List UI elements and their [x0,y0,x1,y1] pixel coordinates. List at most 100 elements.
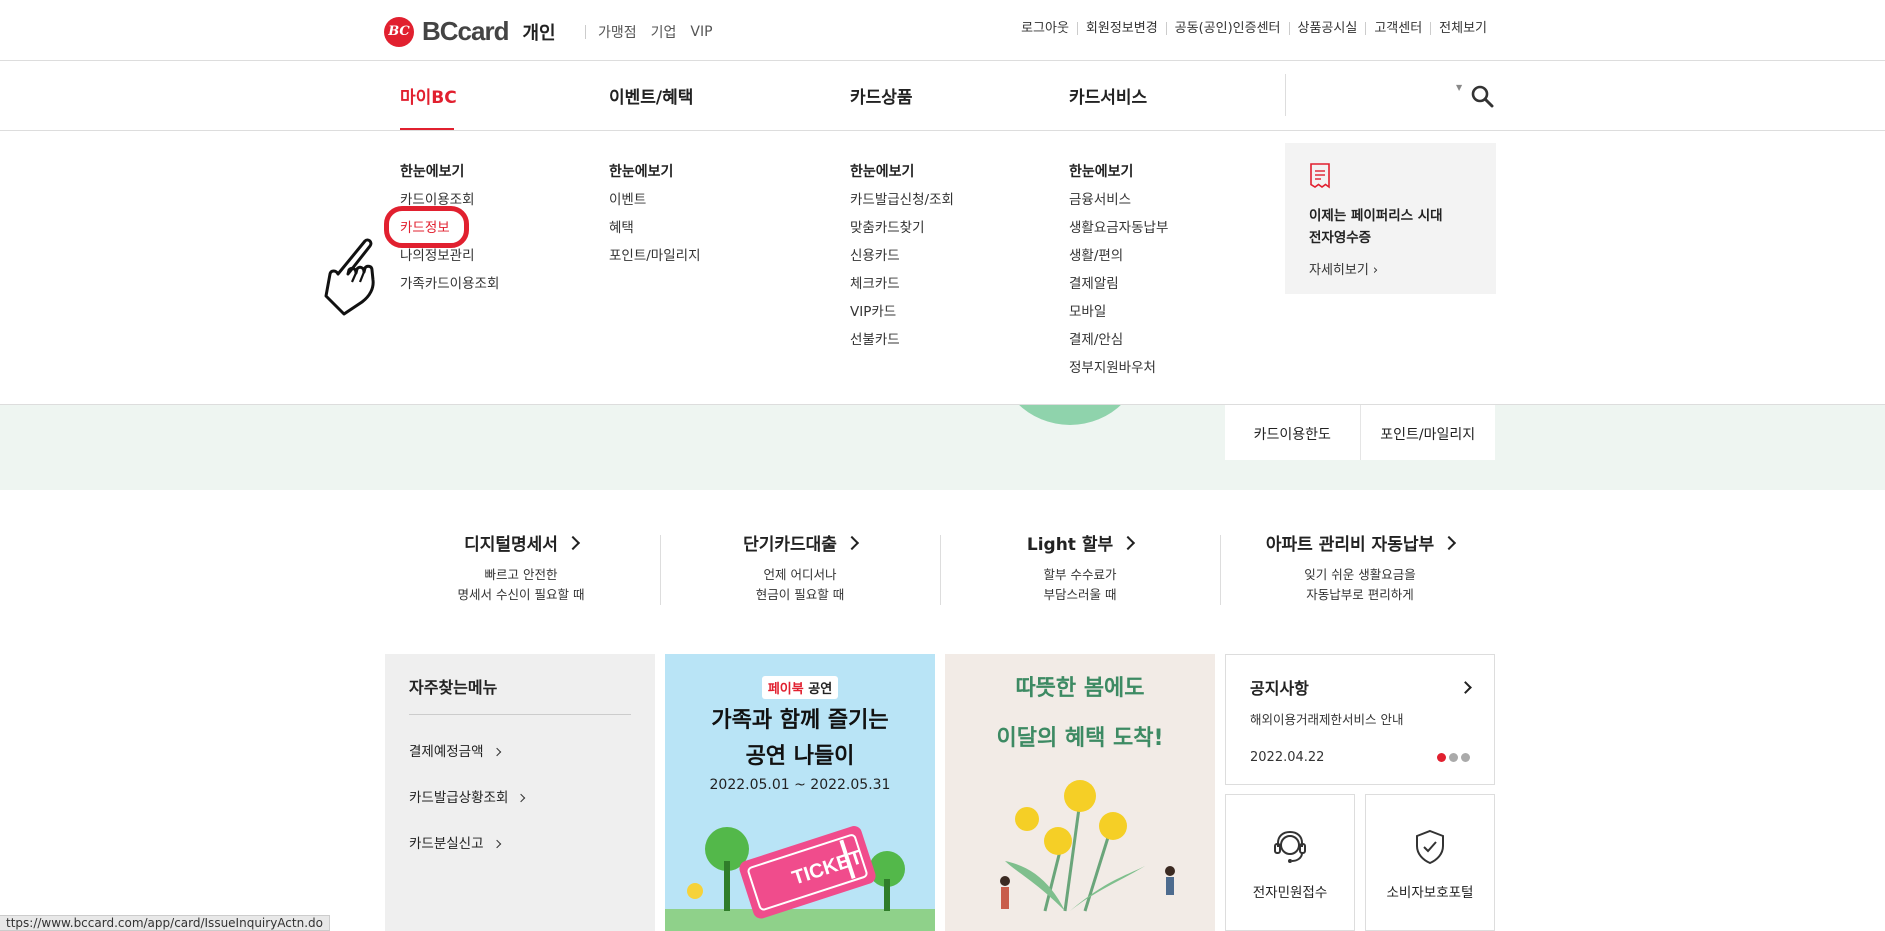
bccard-logo[interactable]: BC BCcard 개인 [384,16,556,47]
header-divider [0,60,1885,61]
view-all-link[interactable]: 전체보기 [1430,22,1487,35]
pager-dot[interactable] [1461,753,1470,762]
pager-dot[interactable] [1449,753,1458,762]
paybook-event-banner[interactable]: 페이북 공연 가족과 함께 즐기는 공연 나들이 2022.05.01 ~ 20… [665,654,935,931]
menu-item-card-finder[interactable]: 맞춤카드찾기 [850,219,954,247]
quick-banner-title: 아파트 관리비 자동납부 [1265,535,1435,555]
gnb-events[interactable]: 이벤트/혜택 [609,83,693,108]
quick-banner-title: 단기카드대출 [743,535,837,555]
section-label: 개인 [522,22,556,44]
quick-banner-desc: 현금이 필요할 때 [755,587,845,602]
menu-item-card-apply[interactable]: 카드발급신청/조회 [850,191,954,219]
link-vip[interactable]: VIP [690,24,712,40]
customer-center-link[interactable]: 고객센터 [1365,22,1430,35]
ticket-illustration: TICKET [665,826,935,931]
notice-desc[interactable]: 해외이용거래제한서비스 안내 [1250,709,1470,728]
menu-item-mobile[interactable]: 모바일 [1069,303,1168,331]
chevron-right-icon [844,535,859,550]
menu-item-payment-alert[interactable]: 결제알림 [1069,275,1168,303]
notice-date: 2022.04.22 [1250,750,1325,765]
promo-line1: 이제는 페이퍼리스 시대 [1309,208,1443,224]
menu-item-point[interactable]: 포인트/마일리지 [609,247,701,275]
menu-column-services: 한눈에보기 금융서비스 생활요금자동납부 생활/편의 결제알림 모바일 결제/안… [1069,161,1168,387]
gnb-card-services[interactable]: 카드서비스 [1069,83,1147,108]
quick-banner-title: 디지털명세서 [464,535,558,555]
quick-banner-desc: 언제 어디서나 [763,567,837,582]
chevron-right-icon[interactable] [1459,680,1472,694]
menu-column-events: 한눈에보기 이벤트 혜택 포인트/마일리지 [609,161,701,275]
receipt-icon [1310,163,1330,189]
menu-item-secure-pay[interactable]: 결제/안심 [1069,331,1168,359]
member-info-link[interactable]: 회원정보변경 [1076,22,1166,35]
promo-more-link[interactable]: 자세히보기 › [1309,259,1472,278]
e-complaint-button[interactable]: 전자민원접수 [1225,794,1355,931]
chevron-right-icon [565,535,580,550]
menu-item-voucher[interactable]: 정부지원바우처 [1069,359,1168,387]
menu-item-my-info[interactable]: 나의정보관리 [400,247,499,275]
menu-item-autopay[interactable]: 생활요금자동납부 [1069,219,1168,247]
menu-item-lifestyle[interactable]: 생활/편의 [1069,247,1168,275]
highlight-ring [384,206,469,248]
product-disclosure-link[interactable]: 상품공시실 [1288,22,1366,35]
consumer-protection-button[interactable]: 소비자보호포털 [1365,794,1495,931]
service-label: 전자민원접수 [1252,885,1328,901]
quick-banner-desc: 할부 수수료가 [1043,567,1117,582]
chevron-right-icon [517,793,526,803]
quick-banner-digital-statement[interactable]: 디지털명세서 빠르고 안전한 명세서 수신이 필요할 때 [381,530,661,605]
menu-item-finance[interactable]: 금융서비스 [1069,191,1168,219]
banner-headline: 따뜻한 봄에도 [1015,676,1145,701]
menu-item-check-card[interactable]: 체크카드 [850,275,954,303]
search-input[interactable] [1285,74,1496,116]
pager-dot[interactable] [1437,753,1446,762]
menu-column-heading[interactable]: 한눈에보기 [609,161,701,181]
menu-item-event[interactable]: 이벤트 [609,191,701,219]
point-mileage-link[interactable]: 포인트/마일리지 [1359,398,1496,460]
quick-banner-desc: 자동납부로 편리하게 [1306,587,1414,602]
banner-headline: 공연 나들이 [745,744,855,769]
logout-link[interactable]: 로그아웃 [1013,22,1077,35]
menu-item-vip-card[interactable]: VIP카드 [850,303,954,331]
menu-item-family-card[interactable]: 가족카드이용조회 [400,275,499,303]
gnb-mybc[interactable]: 마이BC [400,83,457,108]
menu-column-heading[interactable]: 한눈에보기 [1069,161,1168,181]
quick-banner-title: Light 할부 [1026,535,1114,555]
e-receipt-promo[interactable]: 이제는 페이퍼리스 시대 전자영수증 자세히보기 › [1285,143,1496,294]
banner-headline: 가족과 함께 즐기는 [711,708,889,733]
menu-column-heading[interactable]: 한눈에보기 [400,161,499,181]
menu-item-prepaid-card[interactable]: 선불카드 [850,331,954,359]
chevron-right-icon [1442,535,1457,550]
paybook-tag: 페이북 공연 [761,676,839,699]
gnb-card-products[interactable]: 카드상품 [850,83,913,108]
frequent-item-lost-card[interactable]: 카드분실신고 [409,821,631,867]
quick-banner-short-loan[interactable]: 단기카드대출 언제 어디서나현금이 필요할 때 [660,530,940,605]
menu-item-benefit[interactable]: 혜택 [609,219,701,247]
cert-center-link[interactable]: 공동(공인)인증센터 [1165,22,1289,35]
quick-banner-desc: 명세서 수신이 필요할 때 [457,587,585,602]
hero-quick-box: 카드이용한도 포인트/마일리지 [1225,398,1495,460]
chevron-right-icon [492,747,501,757]
shield-check-icon [1416,829,1444,865]
frequent-item-payment-due[interactable]: 결제예정금액 [409,729,631,775]
notice-title: 공지사항 [1250,679,1309,698]
chevron-right-icon [1121,535,1136,550]
notice-panel[interactable]: 공지사항 해외이용거래제한서비스 안내 2022.04.22 [1225,654,1495,785]
bc-logo-mark: BC [384,16,414,47]
browser-status-url: ttps://www.bccard.com/app/card/IssueInqu… [0,915,330,931]
divider [585,25,586,39]
utility-links: 로그아웃 회원정보변경 공동(공인)인증센터 상품공시실 고객센터 전체보기 [1013,22,1487,35]
quick-banner-apartment-autopay[interactable]: 아파트 관리비 자동납부 잊기 쉬운 생활요금을 자동납부로 편리하게 [1220,530,1500,605]
bc-logo-text: BCcard [422,16,509,46]
quick-banner-desc: 부담스러울 때 [1043,587,1117,602]
carousel-pager[interactable] [1437,753,1470,762]
frequent-item-issue-status[interactable]: 카드발급상황조회 [409,775,631,821]
menu-item-credit-card[interactable]: 신용카드 [850,247,954,275]
caret-down-icon: ▼ [1456,83,1463,92]
card-limit-link[interactable]: 카드이용한도 [1225,398,1360,460]
link-merchant[interactable]: 가맹점 [598,22,637,42]
spring-benefit-banner[interactable]: 따뜻한 봄에도 이달의 혜택 도착! [945,654,1215,931]
quick-banner-light-installment[interactable]: Light 할부 할부 수수료가부담스러울 때 [940,530,1220,605]
menu-column-heading[interactable]: 한눈에보기 [850,161,954,181]
link-corporate[interactable]: 기업 [651,22,677,42]
hero-banner [0,405,1885,490]
search-icon[interactable] [1470,84,1494,108]
